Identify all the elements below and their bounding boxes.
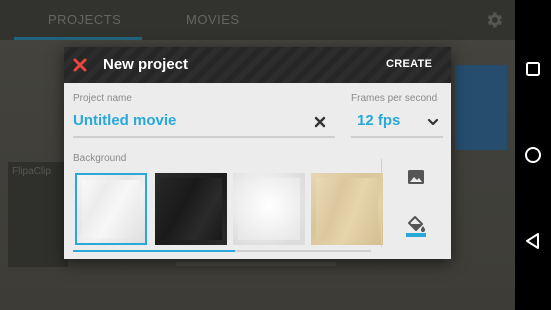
background-thumb-parchment[interactable] <box>311 173 383 245</box>
project-name-value[interactable]: Untitled movie <box>73 112 176 129</box>
background-label: Background <box>73 153 127 164</box>
project-name-input[interactable]: Untitled movie <box>73 110 335 138</box>
project-name-label: Project name <box>73 93 132 104</box>
background-thumb-black[interactable] <box>155 173 227 245</box>
chevron-down-icon <box>427 118 439 126</box>
background-thumb-white[interactable] <box>233 173 305 245</box>
dialog-header: New project CREATE <box>64 47 451 83</box>
system-nav-bar <box>515 0 551 310</box>
thumb-texture <box>82 180 140 238</box>
fps-dropdown[interactable]: 12 fps <box>351 110 443 138</box>
square-icon[interactable] <box>523 59 543 79</box>
dialog-title: New project <box>103 56 189 73</box>
background-thumb-crumpled-white[interactable] <box>75 173 147 245</box>
circle-icon[interactable] <box>523 145 543 165</box>
thumbnail-scroll-indicator[interactable] <box>73 250 235 252</box>
create-button[interactable]: CREATE <box>386 58 432 70</box>
thumb-texture <box>238 178 300 240</box>
image-icon[interactable] <box>406 167 426 187</box>
paint-bucket-icon[interactable] <box>405 214 427 238</box>
close-icon[interactable] <box>70 55 90 75</box>
thumb-texture <box>160 178 222 240</box>
fps-label: Frames per second <box>351 93 438 104</box>
vertical-divider <box>381 159 382 247</box>
fps-value: 12 fps <box>357 112 401 129</box>
background-thumbnails <box>73 173 383 247</box>
thumb-texture <box>316 178 378 240</box>
triangle-back-icon[interactable] <box>523 231 543 251</box>
new-project-dialog: New project CREATE Project name Untitled… <box>64 47 451 259</box>
clear-icon[interactable] <box>313 115 327 129</box>
